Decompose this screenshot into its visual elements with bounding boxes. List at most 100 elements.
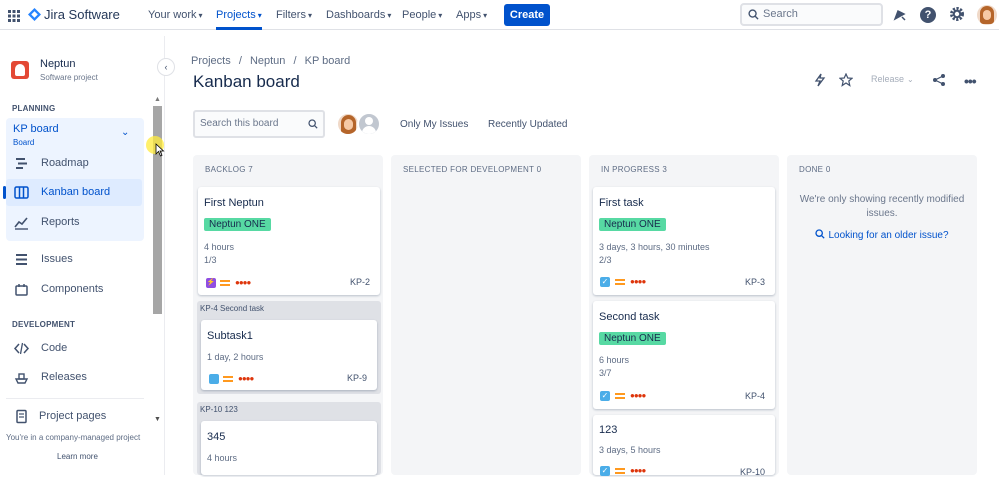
nav-apps[interactable]: Apps ▾ <box>456 0 487 30</box>
issue-card[interactable]: First task Neptun ONE 3 days, 3 hours, 3… <box>593 187 775 295</box>
column-header-in-progress: IN PROGRESS 3 <box>601 165 668 174</box>
sidebar-item-label: Kanban board <box>41 186 111 198</box>
sidebar-item-label: Releases <box>41 371 87 383</box>
board-search-input[interactable]: Search this board <box>193 110 325 138</box>
nav-filters[interactable]: Filters ▾ <box>276 0 312 30</box>
create-button[interactable]: Create <box>504 4 550 26</box>
sidebar-item-reports[interactable]: Reports <box>6 209 142 236</box>
project-name[interactable]: Neptun <box>40 58 75 70</box>
sidebar-item-kanban-board[interactable]: Kanban board <box>3 179 142 206</box>
release-button[interactable]: Release ⌄ <box>871 74 914 84</box>
avatar-face <box>983 10 991 20</box>
project-avatar <box>11 61 29 79</box>
assignee-avatar-unassigned[interactable] <box>357 112 381 136</box>
chevron-down-icon: ⌄ <box>121 127 130 138</box>
more-actions-icon[interactable]: ••• <box>964 73 977 89</box>
unassigned-head <box>365 117 373 125</box>
page-title: Kanban board <box>193 72 300 91</box>
search-icon <box>308 119 318 129</box>
scroll-down-arrow[interactable]: ▼ <box>154 416 161 423</box>
epic-label: Neptun ONE <box>599 218 666 231</box>
components-icon <box>15 284 28 296</box>
parent-issue-label[interactable]: KP-10 123 <box>200 405 238 414</box>
nav-projects[interactable]: Projects ▾ <box>216 0 262 30</box>
roadmap-icon <box>16 158 27 169</box>
notifications-icon[interactable] <box>893 8 907 22</box>
issue-card[interactable]: 345 4 hours <box>201 421 377 475</box>
star-icon[interactable] <box>838 72 854 87</box>
breadcrumb-projects[interactable]: Projects <box>191 55 231 67</box>
filter-only-my-issues[interactable]: Only My Issues <box>400 119 468 130</box>
settings-gear-icon[interactable] <box>949 6 965 22</box>
filter-recently-updated[interactable]: Recently Updated <box>488 119 568 130</box>
reports-chart-icon <box>14 217 28 230</box>
automation-lightning-icon[interactable] <box>813 73 827 87</box>
company-managed-note: You're in a company-managed project <box>6 433 141 442</box>
critical-dots-icon: ●●●● <box>630 391 646 400</box>
chevron-down-icon: ▾ <box>307 11 312 20</box>
user-avatar[interactable] <box>977 5 997 25</box>
board-icon <box>14 186 29 199</box>
sidebar-item-label: Issues <box>41 253 73 265</box>
sidebar-item-components[interactable]: Components <box>6 276 142 303</box>
issue-key: KP-9 <box>346 373 367 383</box>
project-sidebar: Neptun Software project ‹ PLANNING KP bo… <box>0 36 175 475</box>
board-switcher[interactable]: KP board Board ⌄ <box>6 118 144 150</box>
scroll-up-arrow[interactable]: ▲ <box>154 96 161 103</box>
critical-dots-icon: ●●●● <box>238 374 254 383</box>
issue-title: Subtask1 <box>207 330 253 342</box>
active-indicator <box>3 186 6 199</box>
issue-title: Second task <box>599 311 660 323</box>
unassigned-body <box>362 126 376 134</box>
priority-medium-icon <box>223 376 233 382</box>
board-search-placeholder: Search this board <box>200 118 279 129</box>
issue-card[interactable]: Second task Neptun ONE 6 hours 3/7 ✓ ●●●… <box>593 301 775 409</box>
help-icon[interactable]: ? <box>920 7 936 23</box>
epic-label: Neptun ONE <box>204 218 271 231</box>
sidebar-item-roadmap[interactable]: Roadmap <box>6 150 142 177</box>
app-switcher-icon[interactable] <box>8 9 20 22</box>
priority-medium-icon <box>615 468 625 474</box>
sidebar-divider <box>6 398 144 399</box>
time-estimate: 4 hours <box>207 453 238 463</box>
critical-dots-icon: ●●●● <box>630 466 646 475</box>
project-type: Software project <box>40 73 98 82</box>
epic-type-icon: ⚡ <box>206 278 216 288</box>
learn-more-link[interactable]: Learn more <box>57 452 98 461</box>
breadcrumb-board[interactable]: KP board <box>305 55 351 67</box>
sidebar-item-label: Code <box>41 342 68 354</box>
older-issue-link[interactable]: Looking for an older issue? <box>787 229 977 241</box>
issue-card[interactable]: 123 3 days, 5 hours ✓ ●●●● KP-10 <box>593 415 775 477</box>
parent-issue-label[interactable]: KP-4 Second task <box>200 304 264 313</box>
breadcrumb-neptun[interactable]: Neptun <box>250 55 285 67</box>
subtask-progress: 2/3 <box>599 255 612 265</box>
sidebar-item-code[interactable]: Code <box>6 335 142 362</box>
search-icon <box>748 9 759 20</box>
sidebar-item-label: Reports <box>41 216 80 228</box>
task-checkbox-icon: ✓ <box>600 277 610 287</box>
priority-medium-icon <box>220 280 230 286</box>
page-icon <box>16 409 27 424</box>
sidebar-item-label: Components <box>41 283 104 295</box>
issue-title: First Neptun <box>204 197 264 209</box>
task-checkbox-icon: ✓ <box>600 391 610 401</box>
sidebar-item-issues[interactable]: Issues <box>6 246 142 273</box>
global-search-input[interactable]: Search <box>740 3 883 26</box>
nav-people[interactable]: People ▾ <box>402 0 442 30</box>
priority-medium-icon <box>615 393 625 399</box>
sidebar-item-releases[interactable]: Releases <box>6 364 142 391</box>
issue-title: 345 <box>207 431 226 443</box>
issue-key: KP-2 <box>349 277 370 287</box>
time-estimate: 3 days, 5 hours <box>599 445 661 455</box>
share-icon[interactable] <box>932 73 946 87</box>
issue-card[interactable]: Subtask1 1 day, 2 hours ●●●● KP-9 <box>201 320 377 390</box>
issue-key: KP-10 <box>739 467 765 477</box>
epic-label: Neptun ONE <box>599 332 666 345</box>
column-header-backlog: BACKLOG 7 <box>205 165 254 174</box>
nav-your-work[interactable]: Your work ▾ <box>148 0 203 30</box>
nav-dashboards[interactable]: Dashboards ▾ <box>326 0 391 30</box>
board-name: KP board <box>13 123 59 135</box>
column-selected <box>391 155 581 475</box>
issue-card[interactable]: First Neptun Neptun ONE 4 hours 1/3 ⚡ ●●… <box>198 187 380 295</box>
sidebar-item-project-pages[interactable]: Project pages <box>6 403 142 430</box>
